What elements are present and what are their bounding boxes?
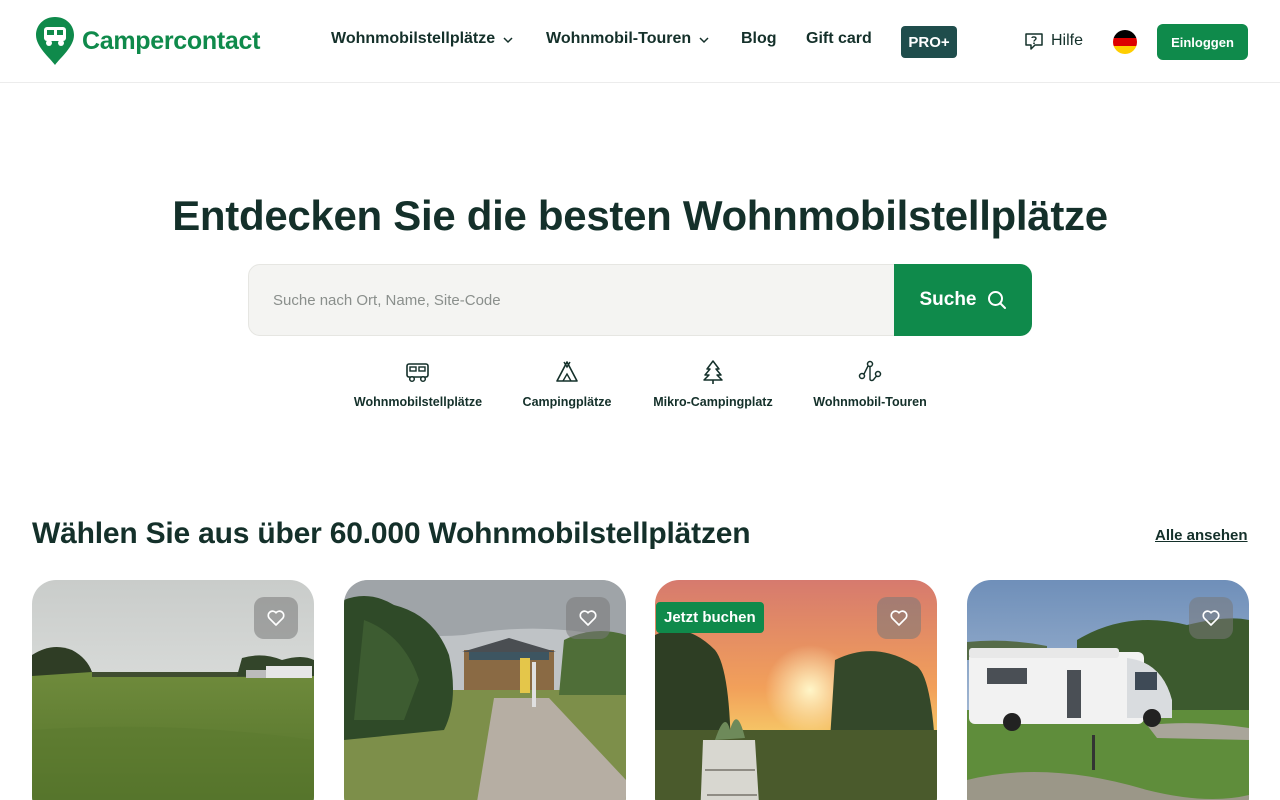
brand-logo[interactable]: Campercontact: [34, 16, 260, 66]
logo-pin-icon: [36, 17, 74, 65]
category-touren[interactable]: Wohnmobil-Touren: [813, 359, 927, 409]
category-label: Campingplätze: [522, 395, 612, 409]
help-link[interactable]: Hilfe: [1024, 31, 1083, 51]
help-question-icon: [1025, 33, 1043, 50]
favorite-button[interactable]: [877, 597, 921, 639]
nav-touren[interactable]: Wohnmobil-Touren: [546, 30, 710, 48]
campsite-card[interactable]: Jetzt buchen: [655, 580, 937, 800]
login-button[interactable]: Einloggen: [1157, 24, 1248, 60]
hero-title: Entdecken Sie die besten Wohnmobilstellp…: [172, 192, 1108, 239]
nav-gift-card[interactable]: Gift card: [806, 30, 872, 48]
nav-blog[interactable]: Blog: [741, 30, 777, 48]
pro-plus-button[interactable]: PRO+: [901, 26, 957, 58]
chevron-down-icon: [699, 37, 709, 44]
heart-icon: [579, 610, 597, 626]
chevron-down-icon: [503, 37, 513, 44]
section-title: Wählen Sie aus über 60.000 Wohnmobilstel…: [32, 517, 751, 550]
campsite-card[interactable]: [32, 580, 314, 800]
book-now-badge: Jetzt buchen: [656, 602, 764, 633]
nav-stellplaetze-label: Wohnmobilstellplätze: [331, 30, 496, 47]
heart-icon: [267, 610, 285, 626]
germany-flag-icon[interactable]: [1113, 30, 1137, 54]
heart-icon: [890, 610, 908, 626]
help-label: Hilfe: [1051, 32, 1084, 49]
category-label: Wohnmobil-Touren: [813, 395, 927, 409]
search-icon: [987, 291, 1006, 309]
search-button-label: Suche: [919, 289, 977, 310]
category-label: Wohnmobilstellplätze: [353, 395, 483, 409]
see-all-link[interactable]: Alle ansehen: [1155, 527, 1248, 544]
tent-icon: [556, 361, 578, 382]
favorite-button[interactable]: [254, 597, 298, 639]
tree-icon: [703, 360, 723, 384]
brand-name: Campercontact: [82, 26, 261, 55]
nav-blog-label: Blog: [741, 30, 777, 47]
campsite-card[interactable]: [967, 580, 1249, 800]
campsite-card[interactable]: [344, 580, 626, 800]
heart-icon: [1202, 610, 1220, 626]
site-header: Campercontact Wohnmobilstellplätze Wohnm…: [0, 0, 1280, 83]
route-icon: [858, 360, 882, 382]
category-stellplaetze[interactable]: Wohnmobilstellplätze: [353, 359, 483, 409]
nav-gift-card-label: Gift card: [806, 30, 872, 47]
search-button[interactable]: Suche: [894, 264, 1032, 336]
nav-stellplaetze[interactable]: Wohnmobilstellplätze: [331, 30, 514, 48]
category-list: Wohnmobilstellplätze Campingplätze Mikro…: [0, 359, 1280, 419]
search-bar: Suche: [248, 264, 1032, 336]
nav-touren-label: Wohnmobil-Touren: [546, 30, 692, 47]
favorite-button[interactable]: [1189, 597, 1233, 639]
favorite-button[interactable]: [566, 597, 610, 639]
category-label: Mikro-Campingplatz: [653, 395, 773, 409]
category-campingplaetze[interactable]: Campingplätze: [522, 359, 612, 409]
category-mikro-camping[interactable]: Mikro-Campingplatz: [652, 359, 774, 409]
camper-icon: [406, 363, 429, 383]
